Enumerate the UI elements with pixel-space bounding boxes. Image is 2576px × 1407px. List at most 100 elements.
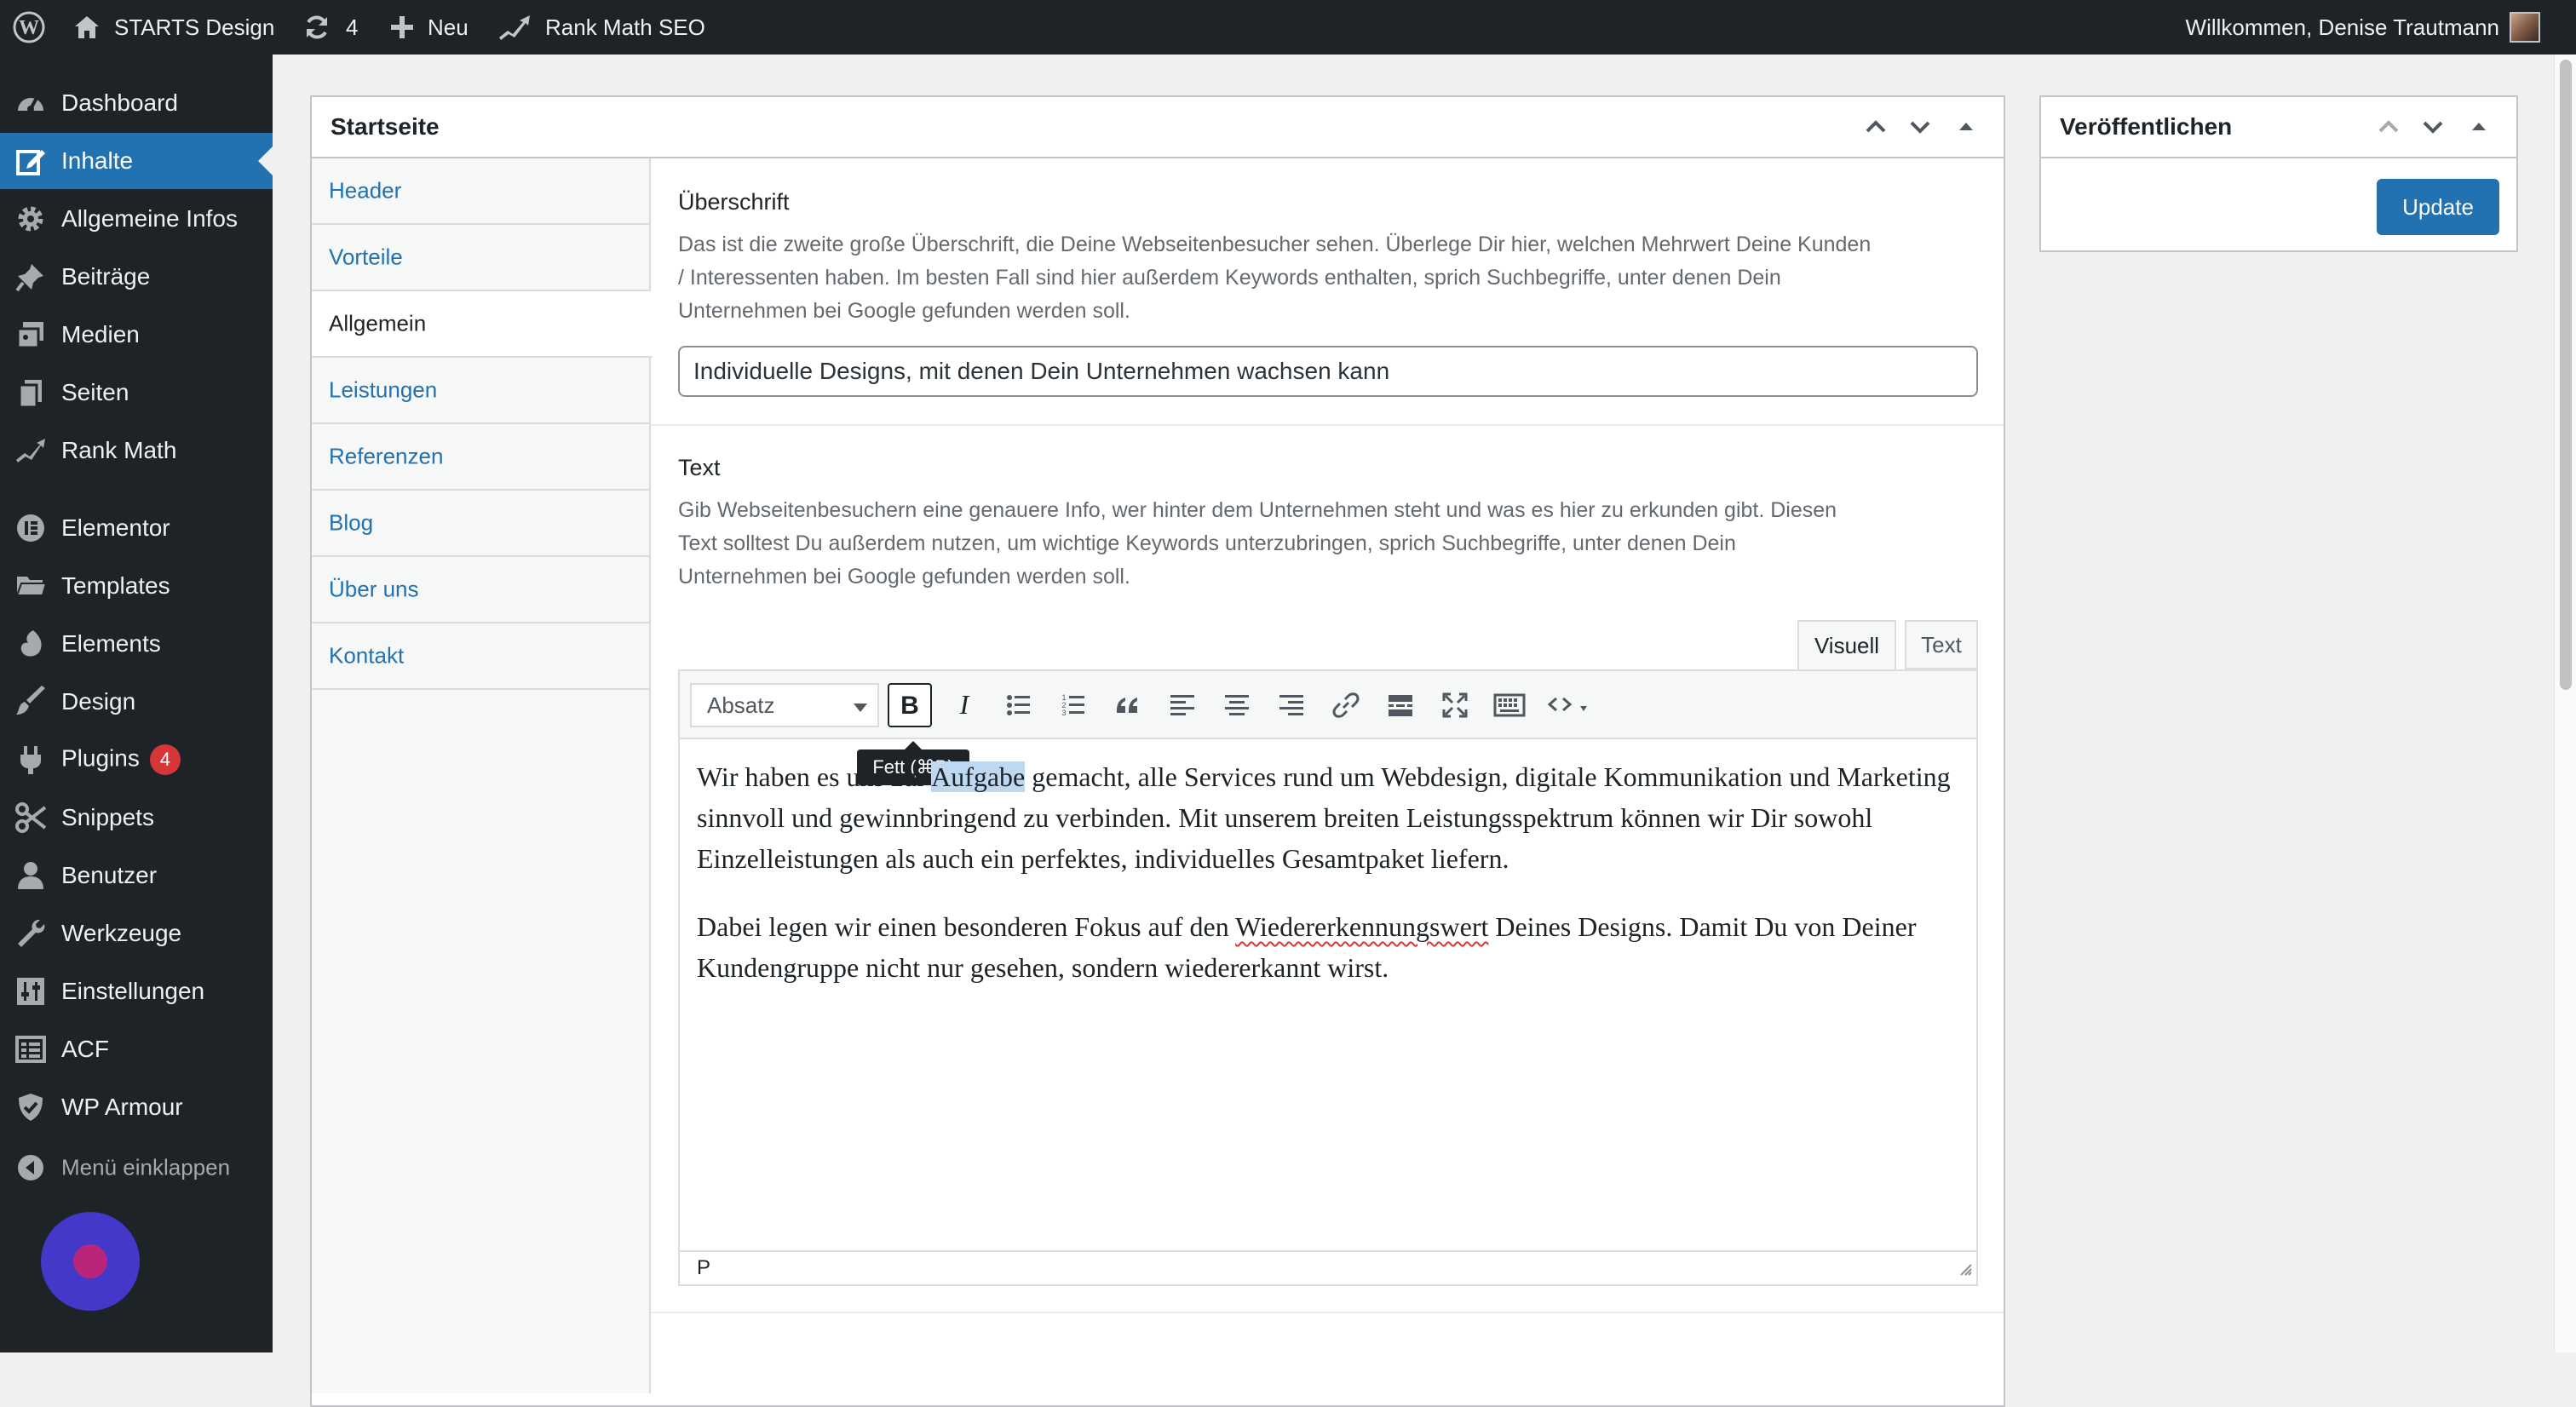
- wordpress-logo-icon[interactable]: W: [12, 0, 46, 55]
- numbered-list-icon[interactable]: 123: [1051, 683, 1095, 727]
- sidebar-item-inhalte[interactable]: Inhalte: [0, 133, 273, 189]
- tab-blog[interactable]: Blog: [312, 491, 651, 557]
- sidebar-item-werkzeuge[interactable]: Werkzeuge: [0, 905, 273, 962]
- collapse-menu-button[interactable]: Menü einklappen: [0, 1140, 273, 1196]
- sidebar-item-beitraege[interactable]: Beiträge: [0, 249, 273, 305]
- editor-paragraph: Wir haben es uns zur Aufgabe gemacht, al…: [697, 756, 1959, 879]
- rank-math-icon: [497, 12, 532, 43]
- sidebar-item-elementor[interactable]: Elementor: [0, 500, 273, 556]
- scrollbar-thumb[interactable]: [2560, 60, 2572, 690]
- updates-link[interactable]: 4: [302, 0, 358, 55]
- publish-title: Veröffentlichen: [2060, 113, 2233, 140]
- new-content-link[interactable]: Neu: [388, 0, 469, 55]
- toggle-panel-icon[interactable]: [1951, 112, 1981, 142]
- site-name: STARTS Design: [114, 14, 275, 40]
- my-account-link[interactable]: Willkommen, Denise Trautmann: [2186, 0, 2540, 55]
- paragraph-text: Dabei legen wir einen besonderen Fokus a…: [697, 911, 1236, 942]
- sidebar-item-label: Beiträge: [61, 263, 151, 290]
- sidebar-item-label: ACF: [61, 1036, 109, 1062]
- editor-content[interactable]: Wir haben es uns zur Aufgabe gemacht, al…: [697, 756, 1959, 1015]
- move-up-icon[interactable]: [2373, 112, 2404, 142]
- tab-ueber-uns[interactable]: Über uns: [312, 557, 651, 623]
- sidebar-item-allgemeine-infos[interactable]: Allgemeine Infos: [0, 191, 273, 247]
- sidebar-item-snippets[interactable]: Snippets: [0, 790, 273, 846]
- element-path[interactable]: P: [697, 1256, 710, 1280]
- collapse-icon: [14, 1151, 47, 1184]
- sidebar-item-label: Plugins 4: [61, 744, 181, 775]
- align-right-icon[interactable]: [1269, 683, 1314, 727]
- tab-header[interactable]: Header: [312, 158, 651, 225]
- heading-field-description: Das ist die zweite große Überschrift, di…: [678, 228, 1990, 328]
- sidebar-item-elements[interactable]: Elements: [0, 616, 273, 672]
- sidebar-item-label: Elements: [61, 630, 161, 657]
- code-icon[interactable]: [1542, 683, 1601, 727]
- text-field-description: Gib Webseitenbesuchern eine genauere Inf…: [678, 494, 1990, 594]
- svg-text:3: 3: [1061, 709, 1066, 717]
- link-icon[interactable]: [1324, 683, 1368, 727]
- heading-field-label: Überschrift: [678, 189, 790, 215]
- tab-vorteile[interactable]: Vorteile: [312, 225, 651, 291]
- page-scrollbar[interactable]: [2554, 55, 2576, 1352]
- align-left-icon[interactable]: [1160, 683, 1205, 727]
- bullet-list-icon[interactable]: [997, 683, 1041, 727]
- sidebar-item-templates[interactable]: Templates: [0, 558, 273, 614]
- fullscreen-icon[interactable]: [1433, 683, 1477, 727]
- description-line: Das ist die zweite große Überschrift, di…: [678, 233, 1872, 256]
- description-line: / Interessenten haben. Im besten Fall si…: [678, 266, 1781, 290]
- pages-icon: [14, 376, 47, 409]
- startseite-metabox: Startseite Header Vorteile Allgemein Lei…: [310, 95, 2005, 1407]
- editor-statusbar: P: [680, 1250, 1976, 1284]
- sidebar-item-design[interactable]: Design: [0, 674, 273, 730]
- sidebar-item-dashboard[interactable]: Dashboard: [0, 75, 273, 131]
- sidebar-item-rank-math[interactable]: Rank Math: [0, 422, 273, 479]
- update-button[interactable]: Update: [2377, 179, 2499, 235]
- sidebar-item-acf[interactable]: ACF: [0, 1021, 273, 1077]
- paragraph-format-select[interactable]: Absatz: [690, 683, 879, 727]
- edit-icon: [14, 145, 47, 177]
- acf-tab-list: Header Vorteile Allgemein Leistungen Ref…: [312, 158, 653, 1393]
- admin-menu: Dashboard Inhalte Allgemeine Infos Beitr…: [0, 55, 273, 1352]
- heading-input[interactable]: Individuelle Designs, mit denen Dein Unt…: [678, 346, 1978, 397]
- rank-math-seo-link[interactable]: Rank Math SEO: [497, 0, 705, 55]
- chevron-down-icon: [854, 704, 867, 712]
- sidebar-item-label: Seiten: [61, 379, 129, 405]
- sidebar-item-medien[interactable]: Medien: [0, 307, 273, 363]
- toggle-panel-icon[interactable]: [2464, 112, 2494, 142]
- sidebar-item-seiten[interactable]: Seiten: [0, 365, 273, 421]
- italic-icon[interactable]: I: [942, 683, 986, 727]
- move-down-icon[interactable]: [2418, 112, 2448, 142]
- folder-icon: [14, 570, 48, 602]
- toolbar-toggle-icon[interactable]: [1487, 683, 1532, 727]
- tab-kontakt[interactable]: Kontakt: [312, 623, 651, 690]
- editor-paragraph: Dabei legen wir einen besonderen Fokus a…: [697, 906, 1959, 988]
- brush-icon: [14, 686, 47, 718]
- site-name-link[interactable]: STARTS Design: [72, 0, 274, 55]
- move-up-icon[interactable]: [1860, 112, 1891, 142]
- sidebar-item-benutzer[interactable]: Benutzer: [0, 847, 273, 904]
- resize-handle-icon[interactable]: [1956, 1260, 1973, 1281]
- align-center-icon[interactable]: [1215, 683, 1259, 727]
- user-icon: [14, 859, 47, 892]
- sidebar-item-plugins[interactable]: Plugins 4: [0, 732, 273, 788]
- plugins-update-badge: 4: [149, 744, 181, 775]
- blockquote-icon[interactable]: [1106, 683, 1150, 727]
- chat-widget-button[interactable]: [41, 1212, 140, 1311]
- tab-referenzen[interactable]: Referenzen: [312, 424, 651, 491]
- sidebar-item-einstellungen[interactable]: Einstellungen: [0, 963, 273, 1019]
- tab-leistungen[interactable]: Leistungen: [312, 358, 651, 424]
- sidebar-item-label: Benutzer: [61, 862, 158, 888]
- tab-allgemein[interactable]: Allgemein: [312, 291, 653, 358]
- read-more-icon[interactable]: [1378, 683, 1423, 727]
- chat-widget-icon: [73, 1244, 107, 1278]
- sidebar-item-label: Inhalte: [61, 147, 134, 174]
- plus-icon: [388, 14, 416, 41]
- sidebar-item-wp-armour[interactable]: WP Armour: [0, 1079, 273, 1135]
- tab-text[interactable]: Text: [1905, 620, 1978, 669]
- tab-visual[interactable]: Visuell: [1797, 620, 1896, 671]
- bold-icon[interactable]: B: [888, 683, 932, 727]
- wysiwyg-editor: Absatz B I 123 Fett (⌘B) Wir haben es un…: [678, 669, 1978, 1286]
- svg-text:W: W: [19, 17, 39, 39]
- format-select-value: Absatz: [707, 692, 775, 718]
- plugin-icon: [14, 744, 47, 776]
- move-down-icon[interactable]: [1905, 112, 1935, 142]
